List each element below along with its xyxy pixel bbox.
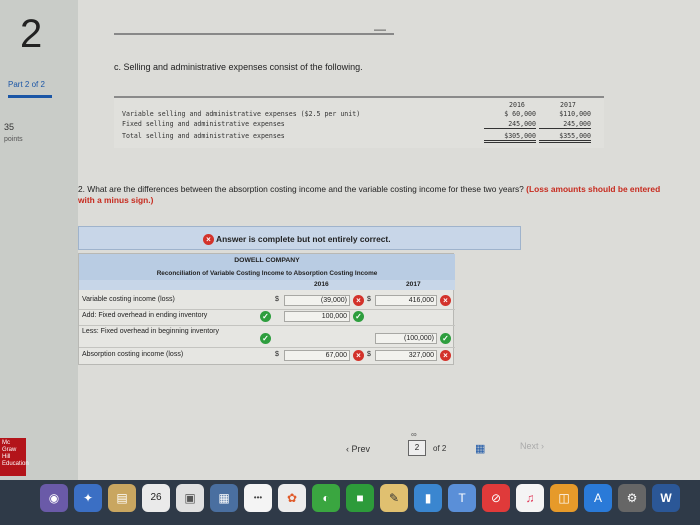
part-indicator[interactable]: Part 2 of 2 xyxy=(8,80,45,89)
table-row-label: Absorption costing income (loss) xyxy=(82,351,184,358)
question-2-text: 2. What are the differences between the … xyxy=(78,184,678,206)
question-sidebar: 2 Part 2 of 2 35 points Mc Graw Hill Edu… xyxy=(0,0,78,480)
currency-symbol: $ xyxy=(275,296,279,303)
word-icon[interactable]: W xyxy=(652,484,680,512)
pagination: ‹ Prev ∞ 2 of 2 ▦ Next › xyxy=(78,430,700,462)
reconciliation-table: DOWELL COMPANY Reconciliation of Variabl… xyxy=(78,253,455,365)
correct-icon: ✓ xyxy=(260,311,271,322)
expense-row-label: Variable selling and administrative expe… xyxy=(122,110,361,118)
currency-symbol: $ xyxy=(275,351,279,358)
messages-icon[interactable]: ◐ xyxy=(312,484,340,512)
news-icon[interactable]: ⊘ xyxy=(482,484,510,512)
siri-icon[interactable]: ◉ xyxy=(40,484,68,512)
app-store-icon[interactable]: A xyxy=(584,484,612,512)
incorrect-icon: × xyxy=(440,350,451,361)
answer-status-label: Answer is complete but not entirely corr… xyxy=(216,234,391,244)
expense-value-2016: 245,000 xyxy=(484,120,536,129)
question-2-prompt: 2. What are the differences between the … xyxy=(78,184,524,194)
contacts-icon[interactable]: ▣ xyxy=(176,484,204,512)
table-year-2016: 2016 xyxy=(314,281,329,288)
expense-value-2017: 245,000 xyxy=(539,120,591,129)
music-icon[interactable]: ♫ xyxy=(516,484,544,512)
current-page-box[interactable]: 2 xyxy=(408,440,426,456)
books-icon[interactable]: ◫ xyxy=(550,484,578,512)
system-preferences-icon[interactable]: ⚙ xyxy=(618,484,646,512)
next-button[interactable]: Next › xyxy=(520,441,544,451)
chevron-right-icon: › xyxy=(538,441,545,451)
expense-value-2017: $355,000 xyxy=(539,132,591,143)
expense-row-label: Fixed selling and administrative expense… xyxy=(122,120,285,128)
question-number: 2 xyxy=(20,12,43,56)
currency-symbol: $ xyxy=(367,296,371,303)
table-title: Reconciliation of Variable Costing Incom… xyxy=(79,268,455,280)
year-header-2017: 2017 xyxy=(560,101,576,109)
year-header-2016: 2016 xyxy=(509,101,525,109)
photos-app-icon[interactable]: ▦ xyxy=(210,484,238,512)
calendar-icon[interactable]: 26 xyxy=(142,484,170,512)
table-row-label: Less: Fixed overhead in beginning invent… xyxy=(82,328,219,335)
pages-icon[interactable]: T xyxy=(448,484,476,512)
expense-value-2016: $ 60,000 xyxy=(504,110,536,118)
expense-value-2017: $110,000 xyxy=(559,110,591,118)
reminders-icon[interactable]: ••• xyxy=(244,484,272,512)
table-row-label: Variable costing income (loss) xyxy=(82,296,175,303)
expense-row-label: Total selling and administrative expense… xyxy=(122,132,285,140)
points-label: points xyxy=(4,136,23,143)
currency-symbol: $ xyxy=(367,351,371,358)
keynote-icon[interactable]: ✎ xyxy=(380,484,408,512)
incorrect-icon: × xyxy=(440,295,451,306)
facetime-icon[interactable]: ■ xyxy=(346,484,374,512)
incorrect-icon: × xyxy=(353,350,364,361)
header-divider xyxy=(114,33,394,35)
row-divider xyxy=(79,309,455,310)
answer-input-2016[interactable]: 67,000 xyxy=(284,350,350,361)
prev-label: Prev xyxy=(351,444,371,454)
publisher-logo: Mc Graw Hill Education xyxy=(0,438,29,476)
incorrect-icon: × xyxy=(353,295,364,306)
expense-value-2016: $305,000 xyxy=(484,132,536,143)
answer-input-2016[interactable]: 100,000 xyxy=(284,311,350,322)
expense-table: 2016 2017 Variable selling and administr… xyxy=(114,96,604,148)
points-value: 35 xyxy=(4,122,15,132)
answer-input-2016[interactable]: (39,000) xyxy=(284,295,350,306)
answer-input-2017[interactable]: (100,000) xyxy=(375,333,437,344)
table-row-label: Add: Fixed overhead in ending inventory xyxy=(82,312,208,319)
page-total: of 2 xyxy=(433,444,447,453)
table-company: DOWELL COMPANY xyxy=(79,254,455,268)
grid-icon[interactable]: ▦ xyxy=(475,442,485,455)
photos-icon[interactable]: ✿ xyxy=(278,484,306,512)
prev-button[interactable]: ‹ Prev xyxy=(346,444,370,454)
row-divider xyxy=(79,347,455,348)
minimize-icon[interactable]: — xyxy=(374,22,386,36)
answer-status-banner: × Answer is complete but not entirely co… xyxy=(78,226,521,250)
notes-icon[interactable]: ▤ xyxy=(108,484,136,512)
question-content: — c. Selling and administrative expenses… xyxy=(78,0,700,480)
row-divider xyxy=(79,325,455,326)
correct-icon: ✓ xyxy=(353,311,364,322)
incorrect-icon: × xyxy=(203,234,214,246)
safari-icon[interactable]: ✦ xyxy=(74,484,102,512)
answer-input-2017[interactable]: 327,000 xyxy=(375,350,437,361)
correct-icon: ✓ xyxy=(440,333,451,344)
table-year-2017: 2017 xyxy=(406,281,421,288)
link-icon: ∞ xyxy=(411,430,417,439)
table-year-header xyxy=(79,280,455,290)
part-c-prompt: c. Selling and administrative expenses c… xyxy=(114,62,363,72)
next-label: Next xyxy=(520,441,539,451)
answer-input-2017[interactable]: 416,000 xyxy=(375,295,437,306)
answer-status-text: × Answer is complete but not entirely co… xyxy=(203,234,391,246)
correct-icon: ✓ xyxy=(260,333,271,344)
numbers-icon[interactable]: ▮ xyxy=(414,484,442,512)
part-progress-bar xyxy=(8,95,52,98)
